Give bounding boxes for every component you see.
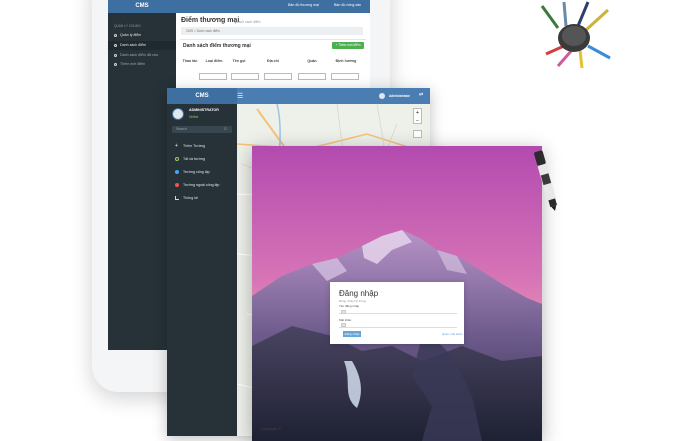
login-button[interactable]: Đăng nhập [343,331,361,337]
column-header: Thao tác [182,59,198,63]
filter-input[interactable] [231,73,259,80]
menu-item-all-schools[interactable]: Tất cả trường [167,153,237,165]
sidebar-item-point-list[interactable]: Danh sách điểm [108,41,176,50]
page-title: Điểm thương mại [181,17,240,24]
user-name: ADMINISTRATOR [189,108,219,112]
circle-icon [114,44,117,47]
sidebar-item-deleted-points[interactable]: Danh sách điểm đã xóa [108,51,176,60]
layers-icon[interactable] [413,130,422,138]
folder-icon [114,34,117,37]
column-header: Loại điểm [205,59,223,63]
login-title: Đăng nhập [339,289,379,298]
username-field[interactable] [339,309,457,314]
circle-icon [114,54,117,57]
share-icon[interactable]: ⇄ [419,92,423,98]
status-badge: Online [189,115,199,119]
page-subtitle: Danh sách điểm [236,20,261,24]
forgot-password-link[interactable]: Quên mật khẩu [442,332,463,336]
login-subtitle: Đăng nhập hệ thống [339,299,367,303]
topnav-link-trade-map[interactable]: Bản đồ thương mại [288,3,319,7]
user-icon [341,310,346,314]
column-header: Địa chỉ [267,59,279,63]
zoom-controls[interactable]: + − [413,108,422,124]
menu-item-add-school[interactable]: + Thêm Trường [167,140,237,152]
menu-item-public-schools[interactable]: Trường công lập [167,166,237,178]
sidebar-item-manage-points[interactable]: Quản lý điểm [108,31,176,40]
search-icon[interactable]: ⌕ [224,126,227,132]
marker-pen [534,150,558,211]
breadcrumb[interactable]: CMS > Danh sách điểm [181,27,363,35]
circle-icon [175,157,179,161]
copyright-text: Copyright © [260,426,282,431]
zoom-out-icon[interactable]: − [416,118,419,124]
menu-item-private-schools[interactable]: Trường ngoài công lập [167,179,237,191]
zoom-in-icon[interactable]: + [416,110,419,116]
panel-title: Danh sách điểm thương mại [183,43,251,49]
password-label: Mật khẩu [339,318,352,322]
password-field[interactable] [339,323,457,328]
filter-input[interactable] [264,73,292,80]
column-header: Quận [307,59,317,63]
user-avatar-icon [379,93,385,99]
chart-icon [175,196,179,200]
filter-select[interactable] [298,73,326,80]
dot-icon [175,183,179,187]
topnav-link-agri-map[interactable]: Bản đồ nông sản [334,3,361,7]
dot-icon [175,170,179,174]
lock-icon [341,323,346,327]
add-point-button[interactable]: + Thêm mới điểm [332,42,364,49]
filter-select[interactable] [331,73,359,80]
column-header: Định hướng [335,59,357,63]
sidebar-item-add-point[interactable]: Thêm mới điểm [108,60,176,69]
search-input[interactable]: Search [172,126,232,133]
pen-holder [540,1,611,69]
menu-item-statistics[interactable]: Thống kê [167,192,237,204]
username-label: Tên đăng nhập [339,304,360,308]
column-header: Tên gọi [232,59,246,63]
sidebar-section-label: QUẢN LÝ CHUNG [114,24,141,28]
top-user-name[interactable]: Administrator [389,94,410,98]
window-logo: CMS [167,88,237,104]
filter-select[interactable] [199,73,227,80]
avatar [172,108,184,120]
tablet-logo: CMS [108,0,176,13]
hamburger-icon[interactable]: ☰ [237,92,243,100]
circle-icon [114,63,117,66]
